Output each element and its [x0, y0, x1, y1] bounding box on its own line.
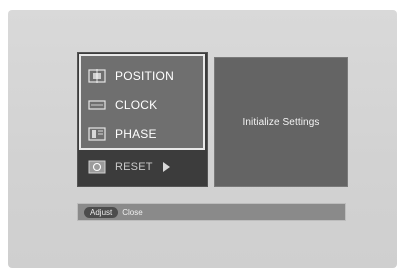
menu-item-label: PHASE: [115, 127, 157, 141]
menu-item-phase[interactable]: PHASE: [88, 122, 198, 146]
submenu-arrow-icon: [162, 162, 170, 172]
reset-icon: [88, 160, 106, 174]
clock-icon: [88, 98, 106, 112]
menu-item-label: RESET: [115, 161, 153, 173]
close-label[interactable]: Close: [122, 208, 142, 217]
info-text: Initialize Settings: [242, 116, 320, 128]
adjust-button[interactable]: Adjust: [84, 206, 119, 218]
position-icon: [88, 69, 106, 83]
menu-item-clock[interactable]: CLOCK: [88, 93, 198, 117]
menu-item-position[interactable]: POSITION: [88, 64, 198, 88]
osd-screen: POSITION CLOCK PHASE RESET Initialize Se…: [8, 10, 397, 268]
menu-item-reset[interactable]: RESET: [88, 155, 198, 179]
menu-item-label: CLOCK: [115, 98, 158, 112]
footer-bar: Adjust Close: [77, 203, 346, 221]
info-panel: Initialize Settings: [214, 57, 348, 187]
phase-icon: [88, 127, 106, 141]
menu-item-label: POSITION: [115, 69, 174, 83]
